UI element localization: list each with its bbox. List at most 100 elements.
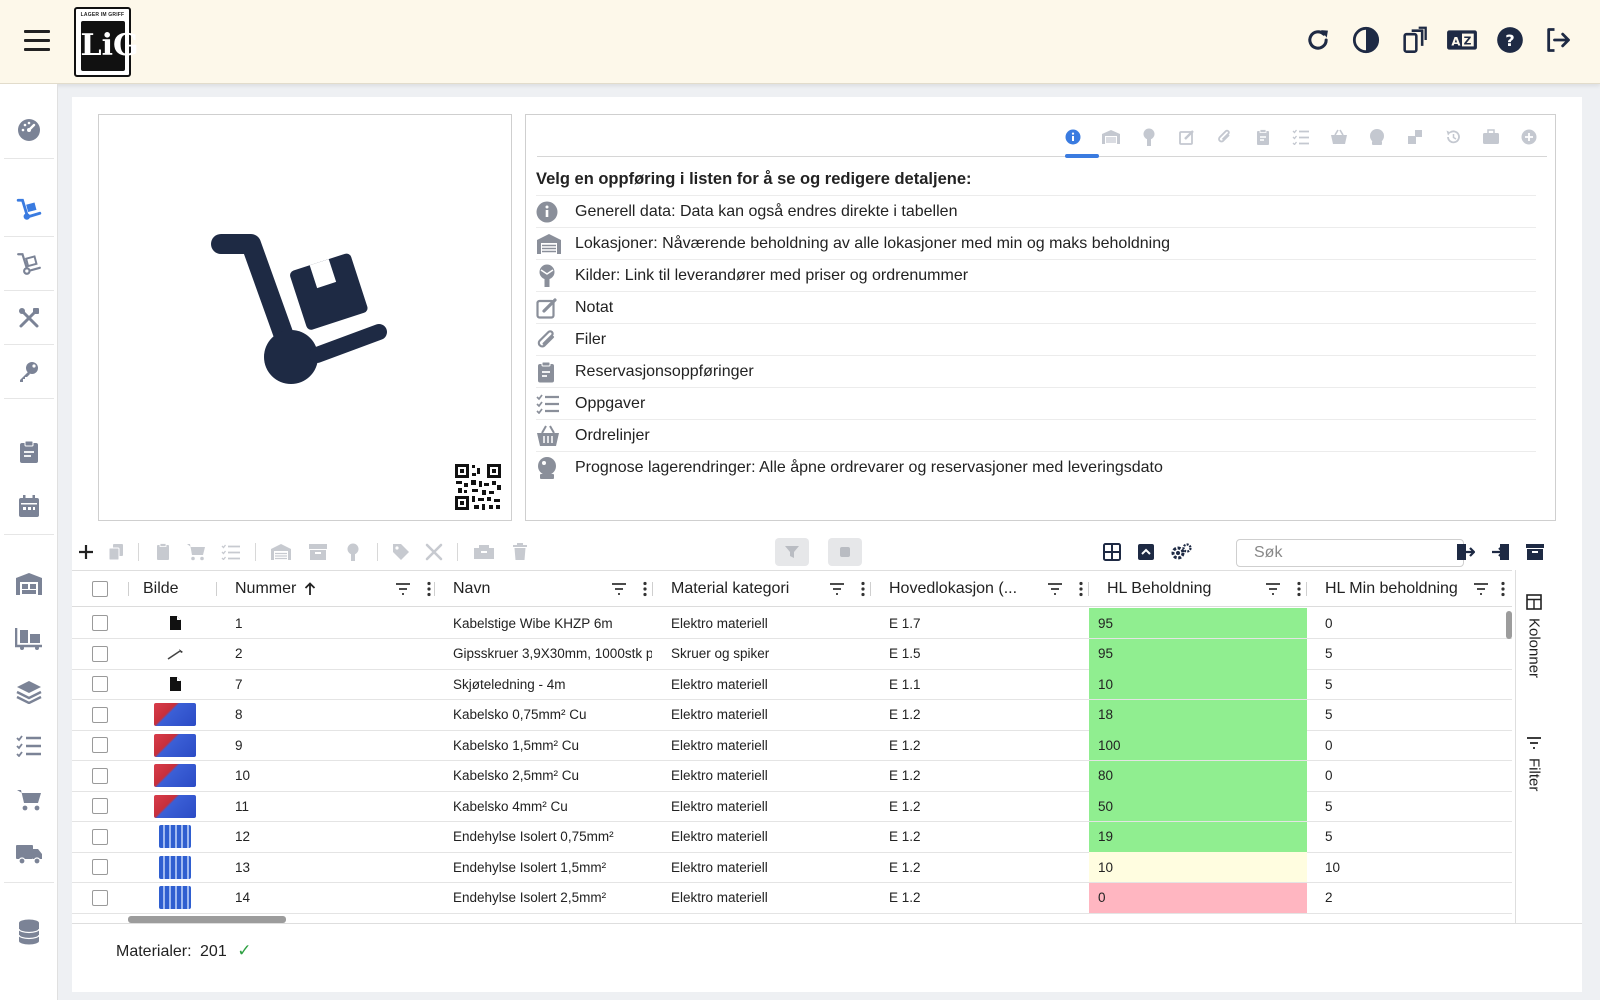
table-row[interactable]: 14 Endehylse Isolert 2,5mm² Elektro materi… — [72, 882, 1512, 914]
image-cell[interactable] — [134, 822, 216, 852]
add-task-icon[interactable] — [220, 541, 242, 563]
tab-tasks-icon[interactable] — [1289, 125, 1313, 149]
column-menu-icon[interactable] — [1494, 580, 1512, 598]
min-stock-cell[interactable]: 0 — [1316, 608, 1512, 638]
import-icon[interactable] — [1490, 541, 1512, 563]
source-action-icon[interactable] — [342, 541, 364, 563]
category-cell[interactable]: Elektro materiell — [662, 791, 870, 821]
database-icon[interactable] — [0, 906, 58, 958]
column-header-category[interactable]: Material kategori — [662, 571, 880, 607]
number-cell[interactable]: 8 — [226, 700, 434, 730]
min-stock-cell[interactable]: 10 — [1316, 852, 1512, 882]
menu-icon[interactable] — [24, 30, 50, 52]
stock-cell[interactable]: 95 — [1089, 638, 1307, 669]
category-cell[interactable]: Elektro materiell — [662, 822, 870, 852]
number-cell[interactable]: 13 — [226, 852, 434, 882]
tab-files-icon[interactable] — [1213, 125, 1237, 149]
add-icon[interactable] — [75, 541, 97, 563]
table-row[interactable]: 10 Kabelsko 2,5mm² Cu Elektro materiell E 1… — [72, 760, 1512, 792]
tab-source-icon[interactable] — [1137, 125, 1161, 149]
stock-icon[interactable] — [0, 612, 58, 664]
row-checkbox[interactable] — [72, 700, 128, 730]
tab-note-icon[interactable] — [1175, 125, 1199, 149]
tab-history-icon[interactable] — [1441, 125, 1465, 149]
filter-toggle-button[interactable] — [775, 538, 809, 566]
category-cell[interactable]: Elektro materiell — [662, 761, 870, 791]
image-cell[interactable] — [134, 608, 216, 638]
filter-icon[interactable] — [1046, 580, 1064, 598]
cart-icon[interactable] — [0, 774, 58, 826]
row-checkbox[interactable] — [72, 639, 128, 669]
number-cell[interactable]: 2 — [226, 639, 434, 669]
filter-icon[interactable] — [394, 580, 412, 598]
calendar-icon[interactable] — [0, 480, 58, 532]
min-stock-cell[interactable]: 0 — [1316, 761, 1512, 791]
export-icon[interactable] — [1454, 541, 1476, 563]
location-cell[interactable]: E 1.2 — [880, 791, 1088, 821]
columns-panel-toggle[interactable]: Kolonner — [1516, 594, 1552, 678]
row-checkbox[interactable] — [72, 822, 128, 852]
number-cell[interactable]: 14 — [226, 883, 434, 913]
category-cell[interactable]: Elektro materiell — [662, 700, 870, 730]
table-row[interactable]: 8 Kabelsko 0,75mm² Cu Elektro materiell E 1… — [72, 699, 1512, 731]
min-stock-cell[interactable]: 5 — [1316, 822, 1512, 852]
stock-cell[interactable]: 0 — [1089, 882, 1307, 913]
logout-icon[interactable] — [1542, 24, 1574, 56]
column-header-main-location[interactable]: Hovedlokasjon (... — [880, 571, 1098, 607]
tag-icon[interactable] — [390, 541, 412, 563]
image-cell[interactable] — [134, 669, 216, 699]
help-icon[interactable]: ? — [1494, 24, 1526, 56]
table-row[interactable]: 12 Endehylse Isolert 0,75mm² Elektro mater… — [72, 821, 1512, 853]
tab-add-icon[interactable] — [1517, 125, 1541, 149]
mobile-devices-icon[interactable] — [1398, 24, 1430, 56]
location-cell[interactable]: E 1.2 — [880, 700, 1088, 730]
name-cell[interactable]: Kabelstige Wibe KHZP 6m — [444, 608, 652, 638]
image-cell[interactable] — [134, 761, 216, 791]
category-cell[interactable]: Elektro materiell — [662, 730, 870, 760]
copy-icon[interactable] — [105, 541, 127, 563]
column-menu-icon[interactable] — [420, 580, 438, 598]
name-cell[interactable]: Endehylse Isolert 0,75mm² — [444, 822, 652, 852]
materials-icon[interactable] — [0, 184, 58, 236]
translate-icon[interactable]: AZ — [1446, 24, 1478, 56]
filter-icon[interactable] — [1264, 580, 1282, 598]
number-cell[interactable]: 1 — [226, 608, 434, 638]
location-cell[interactable]: E 1.5 — [880, 639, 1088, 669]
tab-orderlines-icon[interactable] — [1327, 125, 1351, 149]
select-all-checkbox[interactable] — [72, 571, 128, 607]
image-cell[interactable] — [134, 730, 216, 760]
tab-warehouse-icon[interactable] — [1099, 125, 1123, 149]
category-cell[interactable]: Elektro materiell — [662, 883, 870, 913]
number-cell[interactable]: 9 — [226, 730, 434, 760]
location-cell[interactable]: E 1.2 — [880, 761, 1088, 791]
locations-icon[interactable] — [0, 558, 58, 610]
image-cell[interactable] — [134, 639, 216, 669]
articles-icon[interactable] — [0, 238, 58, 290]
search-input[interactable] — [1236, 539, 1464, 567]
stock-cell[interactable]: 10 — [1089, 669, 1307, 699]
image-cell[interactable] — [134, 791, 216, 821]
filter-icon[interactable] — [1472, 580, 1490, 598]
location-cell[interactable]: E 1.2 — [880, 822, 1088, 852]
delivery-icon[interactable] — [0, 828, 58, 880]
category-cell[interactable]: Elektro materiell — [662, 852, 870, 882]
column-header-name[interactable]: Navn — [444, 571, 662, 607]
min-stock-cell[interactable]: 5 — [1316, 639, 1512, 669]
table-row[interactable]: 13 Endehylse Isolert 1,5mm² Elektro materi… — [72, 852, 1512, 883]
archive-view-icon[interactable] — [1524, 541, 1546, 563]
number-cell[interactable]: 10 — [226, 761, 434, 791]
contrast-icon[interactable] — [1350, 24, 1382, 56]
image-cell[interactable] — [134, 883, 216, 913]
stock-cell[interactable]: 18 — [1089, 699, 1307, 730]
table-row[interactable]: 11 Kabelsko 4mm² Cu Elektro materiell E 1.2… — [72, 791, 1512, 822]
name-cell[interactable]: Gipsskruer 3,9X30mm, 1000stk pr pakke — [444, 639, 652, 669]
collapse-panel-icon[interactable] — [1135, 541, 1157, 563]
storage-box-icon[interactable] — [307, 541, 329, 563]
name-cell[interactable]: Endehylse Isolert 2,5mm² — [444, 883, 652, 913]
table-row[interactable]: 9 Kabelsko 1,5mm² Cu Elektro materiell E 1.… — [72, 730, 1512, 761]
table-row[interactable]: 7 Skjøteledning - 4m Elektro materiell E 1.… — [72, 669, 1512, 700]
location-cell[interactable]: E 1.2 — [880, 730, 1088, 760]
stock-cell[interactable]: 50 — [1089, 791, 1307, 821]
table-row[interactable]: 1 Kabelstige Wibe KHZP 6m Elektro materiel… — [72, 608, 1512, 639]
column-header-number[interactable]: Nummer — [226, 571, 446, 607]
